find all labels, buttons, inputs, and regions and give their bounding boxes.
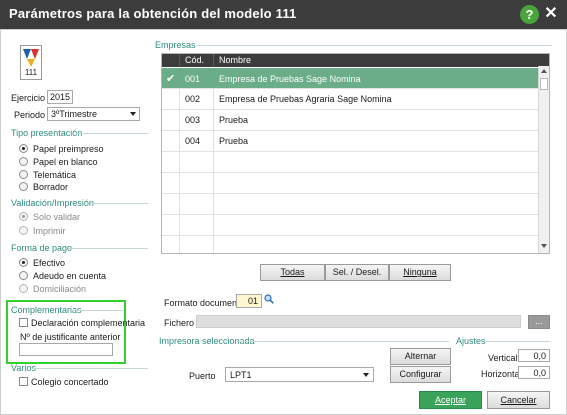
radio-domiciliacion[interactable] (19, 284, 28, 293)
periodo-value: 3ºTrimestre (51, 109, 97, 119)
divider (91, 203, 148, 204)
radio-telematica[interactable] (19, 170, 28, 179)
puerto-value: LPT1 (230, 370, 252, 380)
checkbox-label: Colegio concertado (31, 377, 109, 387)
complementarias-title: Complementarias (11, 305, 82, 315)
radio-borrador[interactable] (19, 182, 28, 191)
fichero-input[interactable] (196, 315, 521, 328)
radio-label: Imprimir (33, 226, 66, 236)
aceptar-button[interactable]: Aceptar (419, 391, 482, 409)
puerto-label: Puerto (189, 371, 216, 381)
radio-label: Papel en blanco (33, 157, 98, 167)
radio-label: Telemática (33, 170, 77, 180)
scroll-down-icon[interactable] (541, 244, 547, 248)
checkbox-label: Declaración complementaria (31, 318, 146, 328)
header-divider (179, 54, 180, 67)
configurar-button[interactable]: Configurar (390, 366, 451, 383)
colegio-concertado-checkbox[interactable] (19, 377, 28, 386)
empresas-table: Cód. Nombre ✔ 001 Empresa de Pruebas Sag… (161, 53, 550, 254)
justificante-input[interactable] (19, 343, 113, 356)
ajustes-title: Ajustes (456, 336, 486, 346)
tipo-presentacion-title: Tipo presentación (11, 128, 83, 138)
divider (73, 310, 123, 311)
scroll-thumb[interactable] (540, 78, 548, 90)
divider (196, 45, 552, 46)
chevron-down-icon (130, 112, 136, 116)
forma-pago-title: Forma de pago (11, 243, 73, 253)
column-header-cod[interactable]: Cód. (185, 55, 204, 65)
table-cell-nombre: Prueba (219, 136, 249, 146)
validacion-title: Validación/Impresión (11, 198, 94, 208)
radio-adeudo-en-cuenta[interactable] (19, 271, 28, 280)
radio-papel-preimpreso[interactable] (19, 144, 28, 153)
alternar-button[interactable]: Alternar (390, 348, 451, 365)
formato-field[interactable]: 01 (236, 294, 262, 308)
horizontal-label: Horizontal (481, 369, 522, 379)
horizontal-value: 0,0 (533, 368, 546, 378)
horizontal-field[interactable]: 0,0 (518, 366, 550, 379)
fichero-label: Fichero (164, 318, 195, 328)
row-divider (162, 151, 538, 152)
table-cell-nombre: Empresa de Pruebas Agraria Sage Nomina (219, 94, 392, 104)
column-header-nombre[interactable]: Nombre (219, 55, 251, 65)
cancelar-button[interactable]: Cancelar (487, 391, 550, 409)
divider (68, 248, 148, 249)
puerto-select[interactable]: LPT1 (225, 367, 374, 382)
row-divider (162, 214, 538, 215)
vertical-label: Vertical (488, 353, 518, 363)
row-divider (162, 193, 538, 194)
table-cell-cod: 004 (185, 136, 201, 146)
table-cell-cod: 003 (185, 115, 201, 125)
chevron-down-icon (363, 373, 369, 377)
ejercicio-value: 2015 (50, 92, 71, 102)
radio-efectivo[interactable] (19, 258, 28, 267)
table-cell-nombre: Empresa de Pruebas Sage Nomina (219, 74, 361, 84)
check-icon: ✔ (166, 73, 176, 85)
row-divider (162, 235, 538, 236)
window-title: Parámetros para la obtención del modelo … (9, 6, 297, 21)
empresas-title: Empresas (155, 40, 196, 50)
vertical-field[interactable]: 0,0 (518, 349, 550, 362)
model-111-logo-icon: 111 (20, 45, 42, 80)
divider (76, 133, 148, 134)
declaracion-complementaria-checkbox[interactable] (19, 318, 28, 327)
table-cell-nombre: Prueba (219, 115, 249, 125)
sel-desel-button[interactable]: Sel. / Desel. (325, 264, 389, 281)
vertical-value: 0,0 (533, 351, 546, 361)
scroll-up-icon[interactable] (541, 69, 547, 73)
todas-button[interactable]: Todas (260, 264, 325, 281)
table-cell-cod: 002 (185, 94, 201, 104)
radio-label: Efectivo (33, 258, 66, 268)
search-icon[interactable] (264, 294, 274, 304)
justificante-label: Nº de justificante anterior (20, 332, 121, 342)
radio-solo-validar[interactable] (19, 212, 28, 221)
radio-label: Domiciliación (33, 284, 87, 294)
table-cell-cod: 001 (185, 74, 201, 84)
divider (237, 341, 449, 342)
row-divider (162, 172, 538, 173)
logo-label: 111 (24, 68, 38, 77)
header-divider (213, 54, 214, 67)
table-scrollbar[interactable] (538, 66, 549, 253)
radio-label: Borrador (33, 182, 69, 192)
periodo-label: Periodo (14, 110, 46, 120)
divider (486, 341, 550, 342)
help-icon[interactable]: ? (520, 5, 539, 24)
periodo-select[interactable]: 3ºTrimestre (47, 107, 140, 121)
radio-label: Adeudo en cuenta (33, 271, 107, 281)
radio-papel-en-blanco[interactable] (19, 157, 28, 166)
close-icon[interactable]: ✕ (543, 4, 559, 24)
ninguna-button[interactable]: Ninguna (389, 264, 451, 281)
ejercicio-field[interactable]: 2015 (47, 90, 73, 104)
divider (33, 368, 148, 369)
radio-label: Papel preimpreso (33, 144, 104, 154)
formato-label: Formato documento (164, 298, 245, 308)
formato-value: 01 (248, 296, 259, 306)
radio-imprimir[interactable] (19, 226, 28, 235)
browse-button[interactable]: ... (528, 315, 550, 329)
radio-label: Solo validar (33, 212, 81, 222)
ejercicio-label: Ejercicio (11, 93, 46, 103)
